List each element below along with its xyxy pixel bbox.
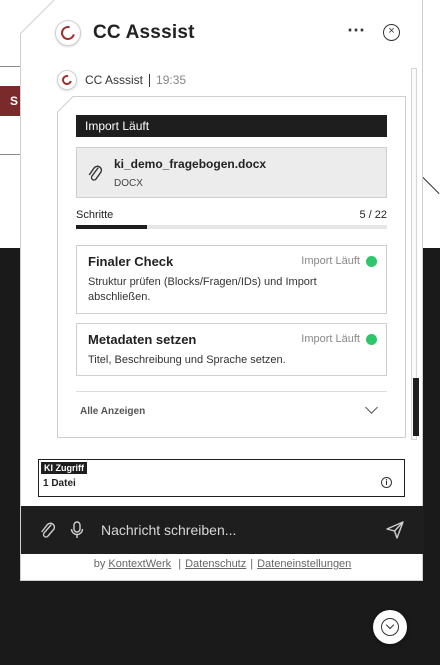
ki-access-box: KI Zugriff 1 Datei i: [38, 459, 405, 497]
file-type: DOCX: [114, 178, 143, 189]
footer-file-settings-link[interactable]: Dateneinstellungen: [257, 558, 351, 570]
microphone-icon[interactable]: [69, 520, 85, 540]
bubble-corner-notch: [57, 96, 74, 113]
step-description: Struktur prüfen (Blocks/Fragen/IDs) und …: [88, 276, 317, 303]
close-icon[interactable]: ×: [383, 24, 400, 41]
message-time: 19:35: [156, 73, 187, 87]
file-name: ki_demo_fragebogen.docx: [114, 157, 267, 171]
assistant-avatar-icon: [57, 70, 77, 90]
message-meta: CC Asssist 19:35: [57, 70, 186, 90]
scrollbar-thumb[interactable]: [413, 378, 419, 436]
meta-separator: [149, 73, 151, 87]
send-icon[interactable]: [385, 520, 405, 540]
more-options-button[interactable]: ⋯: [345, 20, 367, 44]
footer-separator: |: [178, 558, 182, 570]
footer-privacy-link[interactable]: Datenschutz: [185, 558, 246, 570]
info-icon[interactable]: i: [381, 477, 392, 488]
status-dot-icon: [366, 256, 377, 267]
ki-access-badge: KI Zugriff: [41, 462, 87, 474]
widget-footer: by KontextWerk | Datenschutz | Dateneinstel…: [21, 558, 424, 578]
footer-separator: |: [250, 558, 254, 570]
footer-prefix: by: [93, 558, 106, 570]
step-description: Titel, Beschreibung und Sprache setzen.: [88, 354, 286, 366]
ki-access-file-count: 1 Datei: [43, 478, 76, 489]
message-sender: CC Asssist: [85, 73, 144, 87]
divider: [76, 391, 387, 392]
chat-header: CC Asssist ⋯ ×: [21, 12, 424, 54]
message-input[interactable]: [101, 518, 371, 542]
chevron-down-icon[interactable]: [365, 401, 378, 414]
footer-brand-link[interactable]: KontextWerk: [108, 558, 171, 570]
steps-progress-bar: [76, 225, 387, 229]
message-composer: [21, 506, 424, 554]
assistant-logo-icon: [55, 20, 81, 46]
message-list[interactable]: CC Asssist 19:35 Import Läuft ki_demo_fr…: [21, 60, 424, 445]
chevron-down-icon: [381, 618, 399, 636]
attach-icon[interactable]: [39, 520, 57, 540]
steps-label: Schritte: [76, 209, 114, 221]
step-status: Import Läuft: [301, 333, 360, 345]
steps-progress-fill: [76, 225, 147, 229]
step-card: Finaler Check Import Läuft Struktur prüf…: [76, 245, 387, 314]
scroll-down-button[interactable]: [373, 610, 407, 644]
steps-count: 5 / 22: [359, 209, 387, 221]
step-title: Finaler Check: [88, 254, 174, 269]
step-title: Metadaten setzen: [88, 332, 197, 347]
chat-title: CC Asssist: [93, 22, 195, 43]
import-status-bar: Import Läuft: [76, 115, 387, 137]
step-card: Metadaten setzen Import Läuft Titel, Bes…: [76, 323, 387, 376]
attached-file-card[interactable]: ki_demo_fragebogen.docx DOCX: [76, 147, 387, 198]
chat-widget: CC Asssist ⋯ × CC Asssist 19:35 Import L…: [20, 0, 424, 581]
step-status: Import Läuft: [301, 255, 360, 267]
host-page-tab: S: [0, 86, 22, 116]
message-bubble: Import Läuft ki_demo_fragebogen.docx DOC…: [57, 96, 406, 438]
paperclip-icon: [88, 165, 103, 181]
show-all-button[interactable]: Alle Anzeigen: [80, 406, 145, 417]
status-dot-icon: [366, 334, 377, 345]
